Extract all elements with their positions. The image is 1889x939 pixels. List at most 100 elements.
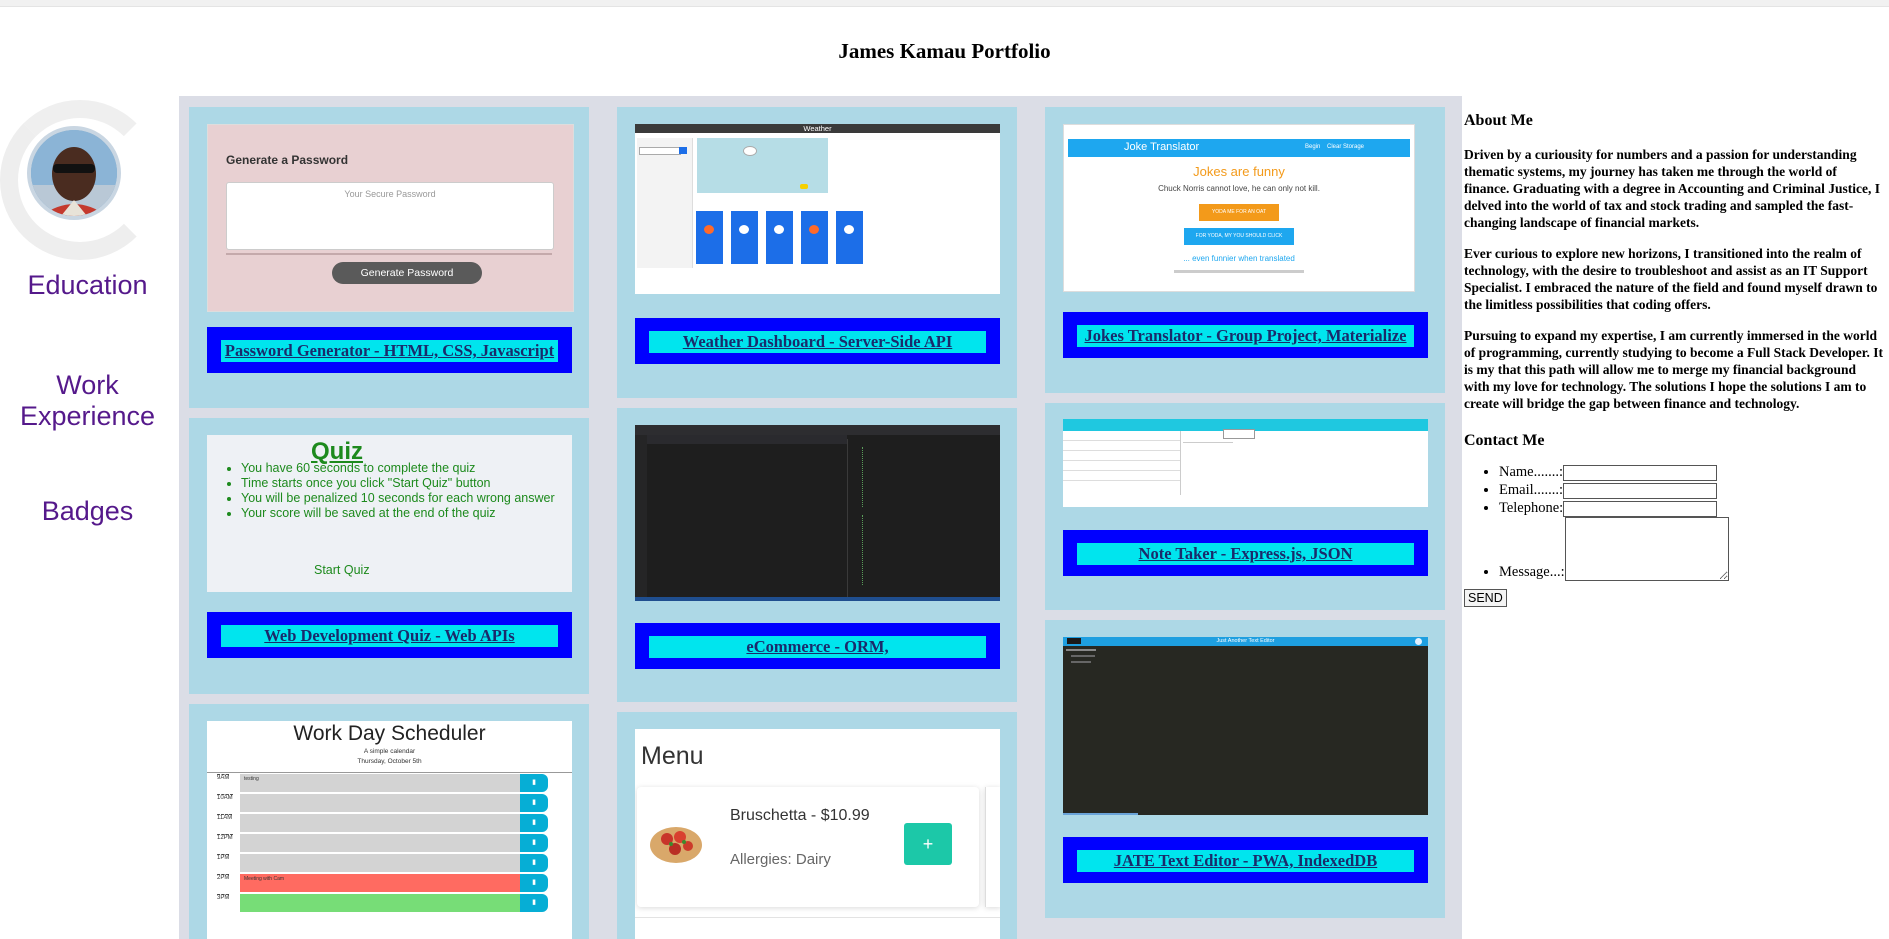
menu-screenshot: Menu Bruschetta - $10.99 Allergies: Dair… bbox=[635, 729, 1000, 939]
jate-header: Just Another Text Editor bbox=[1063, 637, 1428, 646]
project-card-jate: Just Another Text Editor JATE Text Edito… bbox=[1045, 620, 1445, 918]
project-card-ecommerce: eCommerce - ORM, bbox=[617, 408, 1017, 702]
hour-label: 3PM bbox=[217, 894, 230, 901]
weather-icon bbox=[844, 225, 854, 234]
weather-icon bbox=[704, 225, 714, 234]
save-icon: ▮ bbox=[520, 814, 548, 832]
forecast-card bbox=[696, 211, 723, 264]
save-icon: ▮ bbox=[520, 894, 548, 912]
nav-badges[interactable]: Badges bbox=[0, 496, 175, 527]
project-card-jokes: Joke Translator Begin Clear Storage Joke… bbox=[1045, 107, 1445, 393]
avatar bbox=[27, 126, 121, 220]
password-screenshot: Generate a Password Your Secure Password… bbox=[207, 124, 574, 312]
project-card-quiz: Quiz You have 60 seconds to complete the… bbox=[189, 418, 589, 694]
password-link-box: Password Generator - HTML, CSS, Javascri… bbox=[207, 327, 572, 373]
scheduler-date: Thursday, October 5th bbox=[357, 758, 422, 765]
jate-link[interactable]: JATE Text Editor - PWA, IndexedDB bbox=[1077, 850, 1414, 872]
jokes-tagline: ... even funnier when translated bbox=[1183, 254, 1295, 263]
hour-label: 12PM bbox=[217, 834, 233, 841]
jokes-translator-link[interactable]: Jokes Translator - Group Project, Materi… bbox=[1077, 325, 1414, 347]
about-paragraph-1: Driven by a curiousity for numbers and a… bbox=[1464, 147, 1881, 230]
jate-link-box: JATE Text Editor - PWA, IndexedDB bbox=[1063, 837, 1428, 883]
menu-item-card: Bruschetta - $10.99 Allergies: Dairy + bbox=[637, 787, 979, 907]
hour-slot bbox=[240, 854, 540, 872]
hour-slot bbox=[240, 834, 540, 852]
scheduler-subtitle: A simple calendar bbox=[363, 748, 416, 755]
scheduler-row: 2PM Meeting with Cam ▮ bbox=[207, 874, 572, 893]
add-to-cart-button: + bbox=[904, 823, 952, 865]
weather-screenshot: Weather bbox=[635, 124, 1000, 294]
send-button[interactable]: SEND bbox=[1464, 589, 1507, 607]
nav-experience[interactable]: Experience bbox=[0, 401, 175, 432]
message-field[interactable] bbox=[1564, 517, 1729, 581]
password-textbox: Your Secure Password bbox=[226, 182, 554, 250]
menu-item-name: Bruschetta - $10.99 bbox=[730, 807, 870, 824]
bruschetta-image-icon bbox=[650, 827, 702, 863]
contact-phone-row: Telephone: bbox=[1499, 499, 1884, 517]
scheduler-row: 10AM ▮ bbox=[207, 794, 572, 813]
jokes-nav-clear: Clear Storage bbox=[1327, 144, 1365, 150]
jokes-screenshot: Joke Translator Begin Clear Storage Joke… bbox=[1063, 124, 1415, 292]
save-icon: ▮ bbox=[520, 874, 548, 892]
generate-password-button: Generate Password bbox=[332, 262, 482, 284]
name-label: Name.......: bbox=[1499, 464, 1564, 480]
scheduler-row: 9AM testing ▮ bbox=[207, 774, 572, 793]
jokes-brand: Joke Translator bbox=[1124, 141, 1200, 153]
forecast-card bbox=[836, 211, 863, 264]
hour-slot bbox=[240, 894, 540, 912]
top-border bbox=[0, 0, 1889, 7]
contact-heading: Contact Me bbox=[1464, 432, 1545, 449]
contact-message-row: Message...: bbox=[1499, 517, 1884, 581]
save-icon: ▮ bbox=[520, 854, 548, 872]
quiz-start: Start Quiz bbox=[314, 563, 370, 577]
contact-email-row: Email.......: bbox=[1499, 481, 1884, 499]
jokes-link-box: Jokes Translator - Group Project, Materi… bbox=[1063, 312, 1428, 358]
weather-dashboard-link[interactable]: Weather Dashboard - Server-Side API bbox=[649, 331, 986, 353]
password-generator-link[interactable]: Password Generator - HTML, CSS, Javascri… bbox=[221, 340, 558, 362]
contact-name-row: Name.......: bbox=[1499, 463, 1884, 481]
scheduler-screenshot: Work Day Scheduler A simple calendar Thu… bbox=[207, 721, 572, 939]
quiz-rules: You have 60 seconds to complete the quiz… bbox=[207, 461, 555, 521]
scheduler-title: Work Day Scheduler bbox=[293, 722, 486, 745]
jokes-quote: Chuck Norris cannot love, he can only no… bbox=[1158, 184, 1320, 193]
quiz-link-box: Web Development Quiz - Web APIs bbox=[207, 612, 572, 658]
quiz-rule: You have 60 seconds to complete the quiz bbox=[241, 461, 555, 476]
weather-icon bbox=[809, 225, 819, 234]
about-heading: About Me bbox=[1464, 112, 1533, 129]
project-card-password: Generate a Password Your Secure Password… bbox=[189, 107, 589, 408]
nav-education[interactable]: Education bbox=[0, 270, 175, 301]
save-icon: ▮ bbox=[520, 774, 548, 792]
save-icon: ▮ bbox=[520, 834, 548, 852]
hour-label: 1PM bbox=[217, 854, 230, 861]
forecast-card bbox=[766, 211, 793, 264]
ecommerce-link-box: eCommerce - ORM, bbox=[635, 623, 1000, 669]
hour-label: 2PM bbox=[217, 874, 230, 881]
quiz-rule: Time starts once you click "Start Quiz" … bbox=[241, 476, 555, 491]
quiz-link[interactable]: Web Development Quiz - Web APIs bbox=[221, 625, 558, 647]
ecommerce-link[interactable]: eCommerce - ORM, bbox=[649, 636, 986, 658]
password-heading: Generate a Password bbox=[226, 153, 349, 167]
scheduler-row: 12PM ▮ bbox=[207, 834, 572, 853]
telephone-field[interactable] bbox=[1563, 500, 1718, 517]
project-card-scheduler: Work Day Scheduler A simple calendar Thu… bbox=[189, 704, 589, 939]
about-paragraph-3: Pursuing to expand my expertise, I am cu… bbox=[1464, 328, 1883, 411]
weather-icon bbox=[774, 225, 784, 234]
ecommerce-screenshot bbox=[635, 425, 1000, 601]
hour-label: 9AM bbox=[217, 774, 230, 781]
email-field[interactable] bbox=[1563, 482, 1718, 499]
weather-link-box: Weather Dashboard - Server-Side API bbox=[635, 318, 1000, 364]
project-card-notetaker: Note Taker - Express.js, JSON bbox=[1045, 403, 1445, 610]
forecast-card bbox=[731, 211, 758, 264]
email-label: Email.......: bbox=[1499, 482, 1564, 498]
hour-label: 11AM bbox=[217, 814, 233, 821]
name-field[interactable] bbox=[1563, 464, 1718, 481]
quiz-rule: You will be penalized 10 seconds for eac… bbox=[241, 491, 555, 506]
phone-label: Telephone: bbox=[1499, 500, 1564, 516]
about-paragraph-2: Ever curious to explore new horizons, I … bbox=[1464, 246, 1878, 312]
weather-header: Weather bbox=[635, 124, 1000, 133]
note-taker-link[interactable]: Note Taker - Express.js, JSON bbox=[1077, 543, 1414, 565]
page-title: James Kamau Portfolio bbox=[838, 39, 1051, 63]
contact-form: Name.......: Email.......: Telephone: Me… bbox=[1464, 463, 1884, 581]
hour-label: 10AM bbox=[217, 794, 233, 801]
nav-work[interactable]: Work bbox=[0, 370, 175, 401]
